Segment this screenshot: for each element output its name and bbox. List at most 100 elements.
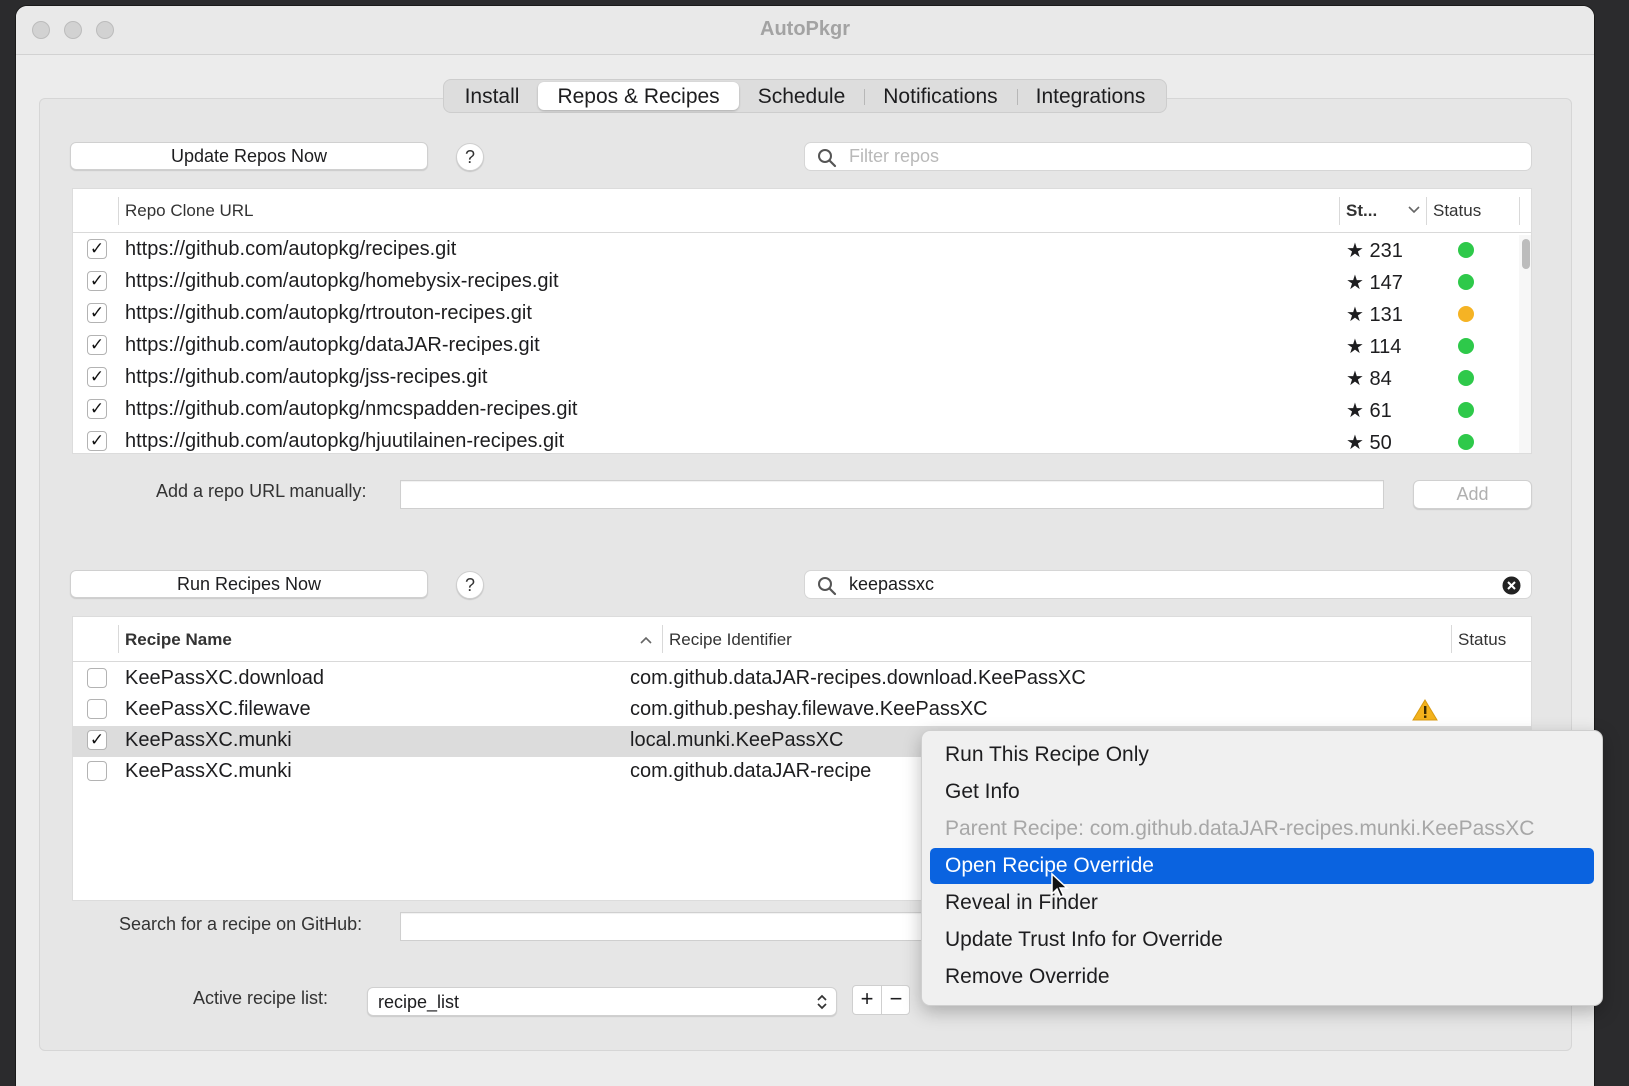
menu-item-open-recipe-override[interactable]: Open Recipe Override bbox=[930, 848, 1594, 884]
tab-install[interactable]: Install bbox=[446, 82, 539, 110]
column-recipe-status[interactable]: Status bbox=[1458, 630, 1506, 650]
recipe-search bbox=[804, 570, 1532, 599]
add-repo-label: Add a repo URL manually: bbox=[156, 481, 367, 501]
update-repos-button[interactable]: Update Repos Now bbox=[70, 142, 428, 170]
repo-stars: ★ 61 bbox=[1346, 400, 1392, 422]
menu-item-run-this-recipe-only[interactable]: Run This Recipe Only bbox=[930, 737, 1594, 773]
menu-item-reveal-in-finder[interactable]: Reveal in Finder bbox=[930, 885, 1594, 921]
github-search-label: Search for a recipe on GitHub: bbox=[119, 914, 363, 934]
repo-url: https://github.com/autopkg/homebysix-rec… bbox=[125, 270, 559, 292]
run-recipes-button[interactable]: Run Recipes Now bbox=[70, 570, 428, 598]
title-bar: AutoPkgr bbox=[16, 6, 1594, 55]
repo-status-dot bbox=[1458, 434, 1474, 450]
recipe-name: KeePassXC.download bbox=[125, 667, 325, 689]
repo-status-dot bbox=[1458, 242, 1474, 258]
recipe-name: KeePassXC.munki bbox=[125, 760, 292, 782]
clear-search-icon[interactable] bbox=[1502, 576, 1521, 600]
repos-table: Repo Clone URL St... Status ✓ https://git… bbox=[72, 188, 1532, 454]
repo-row[interactable]: ✓ https://github.com/autopkg/hjuutilainen… bbox=[73, 427, 1531, 454]
repo-enabled-checkbox[interactable]: ✓ bbox=[87, 367, 107, 387]
recipes-table-header: Recipe Name Recipe Identifier Status bbox=[73, 617, 1531, 662]
warning-icon[interactable] bbox=[1412, 698, 1438, 727]
column-stars[interactable]: St... bbox=[1346, 201, 1377, 221]
add-repo-url-field[interactable] bbox=[400, 480, 1384, 509]
column-recipe-identifier[interactable]: Recipe Identifier bbox=[669, 630, 792, 650]
up-down-chevron-icon bbox=[816, 994, 828, 1015]
repo-url: https://github.com/autopkg/dataJAR-recip… bbox=[125, 334, 540, 356]
repo-status-dot bbox=[1458, 370, 1474, 386]
recipe-search-input[interactable] bbox=[849, 573, 1358, 595]
repo-stars: ★ 84 bbox=[1346, 368, 1392, 390]
repo-enabled-checkbox[interactable]: ✓ bbox=[87, 271, 107, 291]
menu-item-parent-recipe: Parent Recipe: com.github.dataJAR-recipe… bbox=[945, 817, 1535, 840]
repo-stars: ★ 114 bbox=[1346, 336, 1402, 358]
recipe-enabled-checkbox[interactable]: ✓ bbox=[87, 730, 107, 750]
repo-enabled-checkbox[interactable]: ✓ bbox=[87, 431, 107, 451]
repo-stars: ★ 231 bbox=[1346, 240, 1403, 262]
remove-recipe-list-button[interactable]: − bbox=[882, 986, 910, 1014]
tab-integrations[interactable]: Integrations bbox=[1016, 82, 1165, 110]
recipes-help-button[interactable]: ? bbox=[456, 571, 484, 599]
menu-item-remove-override[interactable]: Remove Override bbox=[930, 959, 1594, 995]
repo-url: https://github.com/autopkg/recipes.git bbox=[125, 238, 457, 260]
repo-status-dot bbox=[1458, 402, 1474, 418]
filter-repos-search bbox=[804, 142, 1532, 171]
repo-row[interactable]: ✓ https://github.com/autopkg/nmcspadden-r… bbox=[73, 395, 1531, 426]
repo-status-dot bbox=[1458, 306, 1474, 322]
column-status[interactable]: Status bbox=[1433, 201, 1481, 221]
active-recipe-list-select[interactable]: recipe_list bbox=[367, 987, 837, 1016]
repo-stars: ★ 147 bbox=[1346, 272, 1403, 294]
chevron-up-icon bbox=[639, 633, 653, 652]
tab-notifications[interactable]: Notifications bbox=[864, 82, 1016, 110]
window-title: AutoPkgr bbox=[760, 18, 850, 40]
repo-row[interactable]: ✓ https://github.com/autopkg/homebysix-re… bbox=[73, 267, 1531, 298]
recipe-context-menu: Run This Recipe Only Get Info Parent Rec… bbox=[921, 730, 1603, 1006]
recipe-identifier: local.munki.KeePassXC bbox=[630, 729, 844, 751]
repos-scrollbar-thumb[interactable] bbox=[1522, 239, 1530, 269]
tab-schedule[interactable]: Schedule bbox=[739, 82, 865, 110]
repo-url: https://github.com/autopkg/jss-recipes.g… bbox=[125, 366, 488, 388]
menu-item-get-info[interactable]: Get Info bbox=[930, 774, 1594, 810]
filter-repos-input[interactable] bbox=[849, 145, 1358, 167]
segmented-tabs: Install Repos & Recipes Schedule Notific… bbox=[442, 79, 1168, 113]
repo-row[interactable]: ✓ https://github.com/autopkg/rtrouton-rec… bbox=[73, 299, 1531, 330]
repos-scrollbar[interactable] bbox=[1519, 235, 1531, 453]
repo-row[interactable]: ✓ https://github.com/autopkg/jss-recipes.… bbox=[73, 363, 1531, 394]
column-recipe-name[interactable]: Recipe Name bbox=[125, 630, 232, 650]
recipe-enabled-checkbox[interactable] bbox=[87, 761, 107, 781]
repo-status-dot bbox=[1458, 274, 1474, 290]
recipe-enabled-checkbox[interactable] bbox=[87, 699, 107, 719]
repo-stars: ★ 50 bbox=[1346, 432, 1392, 454]
repo-status-dot bbox=[1458, 338, 1474, 354]
recipe-row[interactable]: KeePassXC.download com.github.dataJAR-rec… bbox=[73, 664, 1531, 695]
recipe-list-segmented: + − bbox=[852, 985, 910, 1015]
recipe-enabled-checkbox[interactable] bbox=[87, 668, 107, 688]
recipe-name: KeePassXC.munki bbox=[125, 729, 292, 751]
repo-url: https://github.com/autopkg/rtrouton-reci… bbox=[125, 302, 532, 324]
recipe-name: KeePassXC.filewave bbox=[125, 698, 311, 720]
menu-item-update-trust-info[interactable]: Update Trust Info for Override bbox=[930, 922, 1594, 958]
repo-url: https://github.com/autopkg/nmcspadden-re… bbox=[125, 398, 578, 420]
tab-repos-recipes[interactable]: Repos & Recipes bbox=[538, 82, 739, 110]
repo-enabled-checkbox[interactable]: ✓ bbox=[87, 239, 107, 259]
recipe-identifier: com.github.dataJAR-recipe bbox=[630, 760, 872, 782]
column-repo-clone-url[interactable]: Repo Clone URL bbox=[125, 201, 254, 221]
repo-row[interactable]: ✓ https://github.com/autopkg/dataJAR-reci… bbox=[73, 331, 1531, 362]
chevron-down-icon bbox=[1407, 203, 1421, 222]
active-recipe-list-label: Active recipe list: bbox=[193, 988, 329, 1008]
recipe-identifier: com.github.peshay.filewave.KeePassXC bbox=[630, 698, 988, 720]
repo-enabled-checkbox[interactable]: ✓ bbox=[87, 303, 107, 323]
search-icon bbox=[817, 148, 837, 173]
add-recipe-list-button[interactable]: + bbox=[853, 986, 882, 1014]
recipe-identifier: com.github.dataJAR-recipes.download.KeeP… bbox=[630, 667, 1086, 689]
repo-enabled-checkbox[interactable]: ✓ bbox=[87, 335, 107, 355]
mouse-cursor-icon bbox=[1050, 872, 1070, 905]
recipe-row[interactable]: KeePassXC.filewave com.github.peshay.file… bbox=[73, 695, 1531, 726]
repos-table-header: Repo Clone URL St... Status bbox=[73, 189, 1531, 233]
add-repo-button[interactable]: Add bbox=[1413, 480, 1532, 509]
repo-row[interactable]: ✓ https://github.com/autopkg/recipes.git ★… bbox=[73, 235, 1531, 266]
repo-enabled-checkbox[interactable]: ✓ bbox=[87, 399, 107, 419]
repos-help-button[interactable]: ? bbox=[456, 143, 484, 171]
github-search-field[interactable] bbox=[400, 912, 960, 941]
active-recipe-list-value: recipe_list bbox=[378, 992, 460, 1012]
